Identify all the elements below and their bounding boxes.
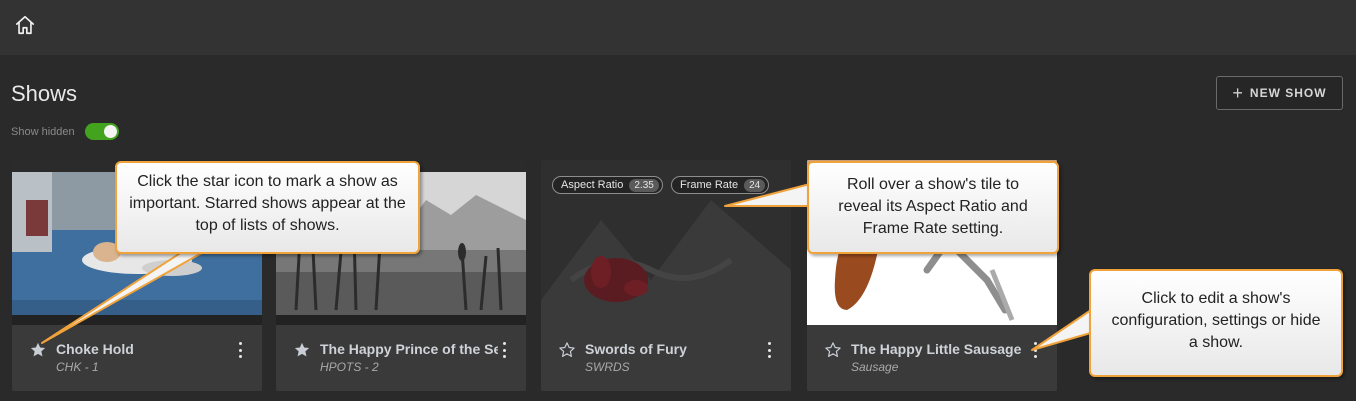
show-hidden-control: Show hidden bbox=[11, 123, 119, 140]
star-outline-icon[interactable] bbox=[824, 341, 842, 359]
show-tile[interactable]: Aspect Ratio 2.35 Frame Rate 24 Swords o… bbox=[541, 160, 791, 391]
callout-edit: Click to edit a show's configuration, se… bbox=[1089, 269, 1343, 377]
show-hidden-label: Show hidden bbox=[11, 125, 75, 138]
show-code: HPOTS - 2 bbox=[320, 360, 379, 374]
top-bar bbox=[0, 0, 1356, 55]
show-name[interactable]: The Happy Prince of the Sea bbox=[320, 341, 498, 357]
show-thumbnail: Aspect Ratio 2.35 Frame Rate 24 bbox=[541, 160, 791, 325]
page-title: Shows bbox=[11, 81, 78, 106]
show-code: CHK - 1 bbox=[56, 360, 99, 374]
frame-rate-pill: Frame Rate 24 bbox=[671, 176, 770, 194]
more-options-icon[interactable] bbox=[763, 340, 775, 360]
plus-icon: + bbox=[1232, 83, 1243, 103]
show-code: Sausage bbox=[851, 360, 899, 374]
aspect-ratio-pill: Aspect Ratio 2.35 bbox=[552, 176, 663, 194]
callout-star: Click the star icon to mark a show as im… bbox=[115, 161, 420, 254]
frame-rate-value: 24 bbox=[744, 178, 766, 192]
star-icon[interactable] bbox=[293, 341, 311, 359]
show-info bbox=[541, 325, 791, 391]
aspect-ratio-label: Aspect Ratio bbox=[561, 179, 624, 191]
more-options-icon[interactable] bbox=[498, 340, 510, 360]
show-name[interactable]: Choke Hold bbox=[56, 341, 234, 357]
callout-rollover: Roll over a show's tile to reveal its As… bbox=[807, 161, 1059, 254]
show-code: SWRDS bbox=[585, 360, 630, 374]
star-outline-icon[interactable] bbox=[558, 341, 576, 359]
more-options-icon[interactable] bbox=[234, 340, 246, 360]
new-show-label: NEW SHOW bbox=[1249, 86, 1327, 100]
show-info bbox=[12, 325, 262, 391]
show-hidden-toggle[interactable] bbox=[84, 123, 119, 140]
show-info bbox=[807, 325, 1057, 391]
aspect-ratio-value: 2.35 bbox=[629, 178, 659, 192]
new-show-button[interactable]: + NEW SHOW bbox=[1216, 76, 1343, 110]
frame-rate-label: Frame Rate bbox=[680, 179, 739, 191]
show-info bbox=[276, 325, 526, 391]
home-icon bbox=[15, 15, 35, 35]
toggle-knob bbox=[103, 125, 117, 138]
show-name[interactable]: Swords of Fury bbox=[585, 341, 763, 357]
star-icon[interactable] bbox=[29, 341, 47, 359]
show-name[interactable]: The Happy Little Sausage bbox=[851, 341, 1029, 357]
home-button[interactable] bbox=[12, 12, 38, 38]
more-options-icon[interactable] bbox=[1029, 340, 1041, 360]
